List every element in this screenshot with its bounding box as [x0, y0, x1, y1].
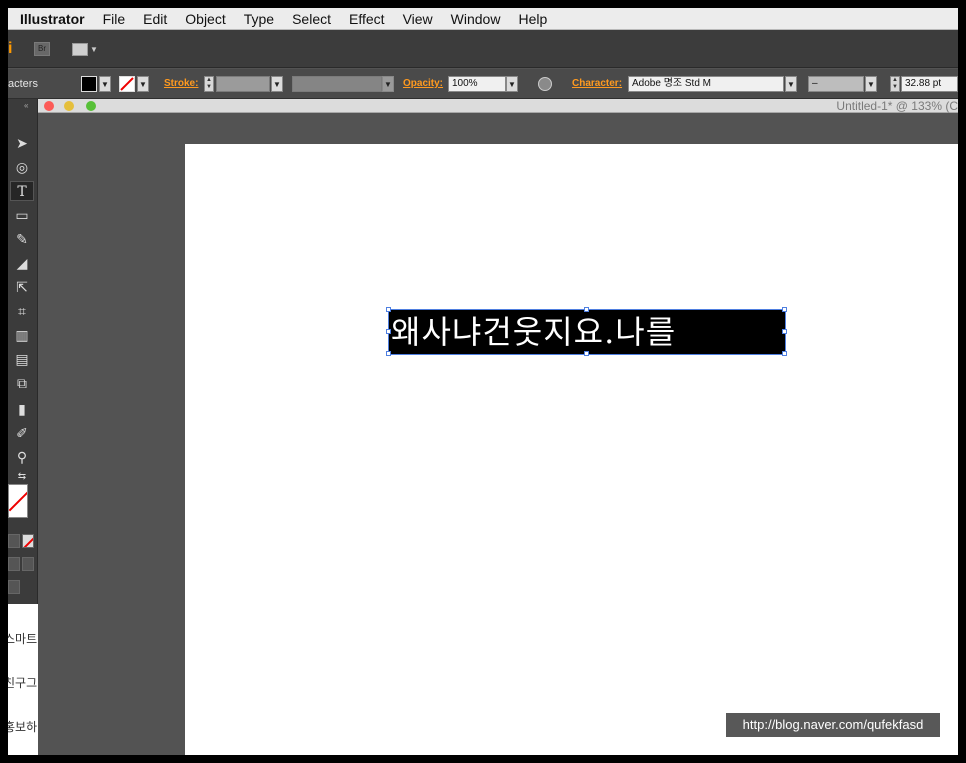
- font-family-dropdown[interactable]: ▼: [785, 76, 797, 92]
- stroke-link[interactable]: Stroke:: [164, 78, 198, 89]
- type-tool-icon[interactable]: T: [10, 181, 34, 201]
- font-size-stepper[interactable]: ▲ ▼: [890, 76, 900, 92]
- lasso-tool-icon[interactable]: ◎: [10, 157, 34, 177]
- minimize-window-button[interactable]: [64, 101, 74, 111]
- side-item-friends[interactable]: 친구그: [8, 674, 37, 691]
- stroke-weight-dropdown[interactable]: ▼: [271, 76, 283, 92]
- graph-tool-icon[interactable]: ▥: [10, 325, 34, 345]
- shape-builder-icon[interactable]: ⧉: [10, 373, 34, 393]
- gradient-tool-icon[interactable]: ▤: [10, 349, 34, 369]
- stroke-weight-stepper[interactable]: ▲ ▼: [204, 76, 214, 92]
- fill-swatch[interactable]: [81, 76, 97, 92]
- menu-effect[interactable]: Effect: [349, 11, 385, 27]
- menu-file[interactable]: File: [103, 11, 126, 27]
- tools-panel: « ➤ ◎ T ▭ ✎ ◢ ⇱ ⌗ ▥ ▤ ⧉ ▮ ✐ ⚲ ⇆: [8, 99, 38, 604]
- color-mode-buttons: [8, 534, 34, 548]
- arrange-documents-button[interactable]: ▼: [72, 42, 98, 56]
- menu-bar: Illustrator File Edit Object Type Select…: [8, 8, 958, 30]
- stroke-color-dropdown[interactable]: ▼: [137, 76, 149, 92]
- pencil-tool-icon[interactable]: ✎: [10, 229, 34, 249]
- free-transform-icon[interactable]: ⌗: [10, 301, 34, 321]
- scale-tool-icon[interactable]: ⇱: [10, 277, 34, 297]
- fill-stroke-indicator[interactable]: [8, 484, 28, 518]
- app-window: Illustrator File Edit Object Type Select…: [8, 8, 958, 755]
- layout-icon: [72, 42, 88, 56]
- recolor-artwork-icon[interactable]: [538, 77, 552, 91]
- handle-bottom-right[interactable]: [782, 351, 787, 356]
- no-stroke-icon: [120, 77, 134, 91]
- stroke-swatch[interactable]: [119, 76, 135, 92]
- zoom-window-button[interactable]: [86, 101, 96, 111]
- column-graph-icon[interactable]: ▮: [10, 399, 34, 419]
- handle-top-left[interactable]: [386, 307, 391, 312]
- watermark: http://blog.naver.com/qufekfasd: [726, 713, 940, 737]
- chevron-down-icon: ▼: [90, 44, 98, 54]
- fill-dropdown[interactable]: ▼: [99, 76, 111, 92]
- selection-tool-icon[interactable]: ➤: [10, 133, 34, 153]
- menu-edit[interactable]: Edit: [143, 11, 167, 27]
- side-item-smart[interactable]: 스마트: [8, 630, 37, 647]
- menu-select[interactable]: Select: [292, 11, 331, 27]
- handle-bottom-center[interactable]: [584, 351, 589, 356]
- menu-window[interactable]: Window: [451, 11, 501, 27]
- artboard[interactable]: 왜사냐건웃지요.나를: [185, 144, 958, 755]
- opacity-link[interactable]: Opacity:: [403, 78, 443, 89]
- handle-bottom-left[interactable]: [386, 351, 391, 356]
- bounding-box: [388, 309, 786, 355]
- screen-mode-buttons: [8, 580, 20, 594]
- menu-help[interactable]: Help: [518, 11, 547, 27]
- rectangle-tool-icon[interactable]: ▭: [10, 205, 34, 225]
- character-link[interactable]: Character:: [572, 78, 622, 89]
- menu-type[interactable]: Type: [244, 11, 274, 27]
- stroke-weight-field[interactable]: [216, 76, 270, 92]
- handle-middle-right[interactable]: [782, 329, 787, 334]
- eyedropper-icon[interactable]: ✐: [10, 423, 34, 443]
- application-bar: i Br ▼: [8, 30, 958, 68]
- illustrator-logo: i: [8, 40, 13, 57]
- bridge-button[interactable]: Br: [34, 42, 50, 56]
- side-item-promo[interactable]: 홍보하: [8, 718, 37, 735]
- draw-inside-button[interactable]: [22, 557, 34, 571]
- menu-view[interactable]: View: [403, 11, 433, 27]
- color-button[interactable]: [8, 534, 20, 548]
- handle-top-right[interactable]: [782, 307, 787, 312]
- document-window: Untitled-1* @ 133% (C 왜사냐건웃지요.나를: [38, 99, 958, 755]
- app-menu[interactable]: Illustrator: [20, 11, 85, 27]
- font-style-field[interactable]: –: [808, 76, 864, 92]
- control-bar: acters ▼ ▼ Stroke: ▲ ▼ ▼ ▼ Opacity: 100% …: [8, 69, 958, 99]
- close-window-button[interactable]: [44, 101, 54, 111]
- variable-width-profile[interactable]: [292, 76, 382, 92]
- collapse-icon[interactable]: «: [24, 101, 28, 110]
- document-tab: Untitled-1* @ 133% (C: [38, 99, 958, 113]
- eraser-tool-icon[interactable]: ◢: [10, 253, 34, 273]
- profile-dropdown[interactable]: ▼: [382, 76, 394, 92]
- opacity-field[interactable]: 100%: [448, 76, 506, 92]
- zoom-tool-icon[interactable]: ⚲: [10, 447, 34, 467]
- side-panel: 스마트 친구그 홍보하: [8, 604, 38, 755]
- panel-label: acters: [8, 78, 38, 90]
- none-button[interactable]: [22, 534, 34, 548]
- opacity-dropdown[interactable]: ▼: [506, 76, 518, 92]
- font-size-field[interactable]: 32.88 pt: [901, 76, 958, 92]
- document-title: Untitled-1* @ 133% (C: [836, 99, 958, 113]
- handle-middle-left[interactable]: [386, 329, 391, 334]
- menu-object[interactable]: Object: [185, 11, 225, 27]
- font-family-field[interactable]: Adobe 명조 Std M: [628, 76, 784, 92]
- handle-top-center[interactable]: [584, 307, 589, 312]
- drawing-mode-buttons: [8, 557, 34, 571]
- draw-normal-button[interactable]: [8, 557, 20, 571]
- screen-mode-button[interactable]: [8, 580, 20, 594]
- font-style-dropdown[interactable]: ▼: [865, 76, 877, 92]
